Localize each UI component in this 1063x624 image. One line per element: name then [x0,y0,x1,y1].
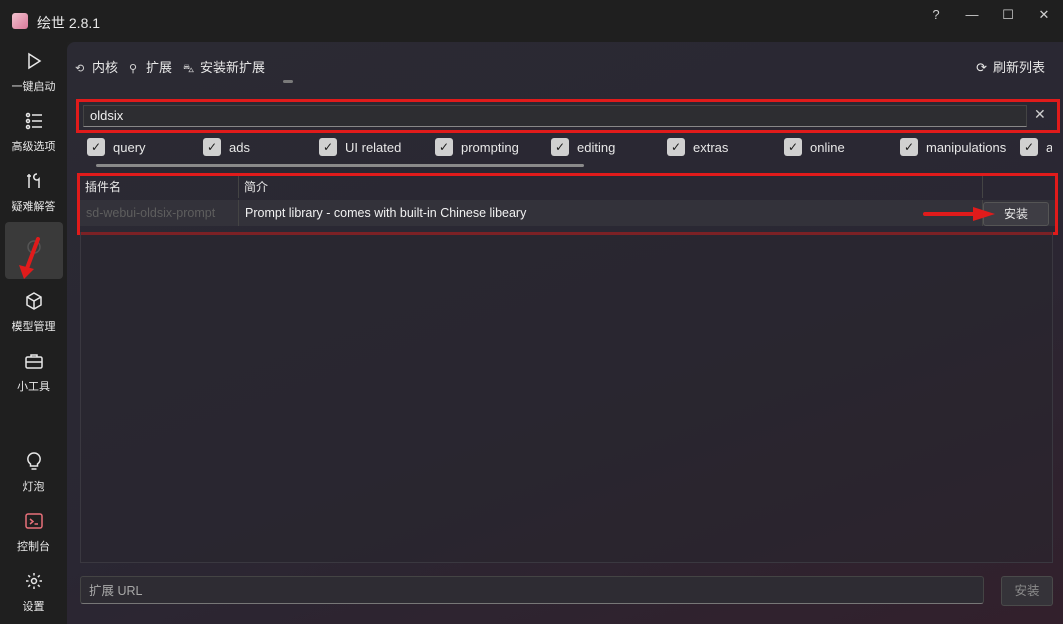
play-icon [0,52,67,76]
sidebar-item-label: 模型管理 [11,321,56,333]
filter-label: editing [577,140,616,155]
extension-url-input[interactable]: 扩展 URL [80,576,984,604]
column-header-name[interactable]: 插件名 [80,176,239,198]
filter-label: online [810,140,845,155]
tab-label: 扩展 [146,60,173,75]
check-icon: ✓ [551,138,569,156]
app-title: 绘世 2.8.1 [37,15,101,31]
check-icon: ✓ [203,138,221,156]
filter-checkbox-row: ✓ query ✓ ads ✓ UI related ✓ prompting ✓ edit… [87,138,1052,160]
filter-label: UI related [345,140,402,155]
extension-list-area [80,232,1053,563]
search-input[interactable]: oldsix [83,105,1027,127]
sidebar-item-label: 设置 [22,601,45,613]
extension-table-highlight-box: 插件名 简介 sd-webui-oldsix-prompt Prompt lib… [77,173,1058,235]
column-header-description[interactable]: 简介 [239,176,983,198]
table-row[interactable]: sd-webui-oldsix-prompt Prompt library - … [80,200,1055,226]
extension-name-cell: sd-webui-oldsix-prompt [80,200,239,226]
refresh-label: 刷新列表 [992,60,1045,75]
sidebar-item-settings[interactable]: 设置 [0,562,67,618]
filter-label: query [113,140,146,155]
sidebar-item-label: 一键启动 [11,81,56,93]
check-icon: ✓ [784,138,802,156]
filter-label: prompting [461,140,519,155]
filter-label: manipulations [926,140,1007,155]
sidebar-item-models[interactable]: 模型管理 [0,282,67,338]
check-icon: ✓ [1020,138,1038,156]
check-icon: ✓ [87,138,105,156]
title-bar: 绘世 2.8.1 ? — ☐ ✕ [0,0,1063,42]
clear-search-icon[interactable]: ✕ [1034,106,1046,123]
filter-label: ads [229,140,250,155]
toolbox-icon [0,352,67,376]
history-icon: ⟲ [75,63,85,75]
lightbulb-icon [0,452,67,476]
filter-label: extras [693,140,729,155]
refresh-icon: ⟳ [976,60,987,75]
tab-extensions[interactable]: ⚲ 扩展 [129,57,172,76]
filter-label: a [1046,140,1052,155]
tab-core[interactable]: ⟲ 内核 [75,57,118,76]
cart-icon: ⛍ [183,63,195,75]
check-icon: ✓ [900,138,918,156]
maximize-button[interactable]: ☐ [990,4,1026,26]
sidebar-item-label: 疑难解答 [11,201,56,213]
cube-icon [0,292,67,316]
gear-icon [0,572,67,596]
horizontal-scrollbar[interactable] [96,164,584,167]
annotation-arrow-install [923,207,995,221]
search-highlight-box: oldsix ✕ [76,99,1060,133]
sidebar-item-label: 高级选项 [11,141,56,153]
close-button[interactable]: ✕ [1026,4,1062,26]
sidebar-item-troubleshoot[interactable]: 疑难解答 [0,162,67,218]
check-icon: ✓ [667,138,685,156]
sidebar: 一键启动 高级选项 疑难解答 模型管理 小工具 灯泡 控制台 设置 [0,42,67,624]
app-logo-icon [12,13,28,29]
sidebar-item-launch[interactable]: 一键启动 [0,42,67,98]
sidebar-item-tools[interactable]: 小工具 [0,342,67,398]
sidebar-item-advanced[interactable]: 高级选项 [0,102,67,158]
check-icon: ✓ [319,138,337,156]
main-panel: ⟲ 内核 ⚲ 扩展 ⛍ 安装新扩展 ⟳ 刷新列表 oldsix ✕ ✓ query ✓ ad… [67,42,1063,624]
refresh-list-button[interactable]: ⟳ 刷新列表 [976,57,1045,76]
sidebar-item-label: 控制台 [17,541,50,553]
install-from-url-button[interactable]: 安装 [1001,576,1053,606]
minimize-button[interactable]: — [954,4,990,26]
link-icon: ⚲ [129,63,138,75]
sidebar-item-label: 小工具 [17,381,50,393]
sidebar-item-lightbulb[interactable]: 灯泡 [0,442,67,498]
tab-install-new[interactable]: ⛍ 安装新扩展 [183,57,265,77]
tools-icon [0,172,67,196]
sidebar-item-console[interactable]: 控制台 [0,502,67,558]
annotation-arrow-sidebar [19,237,40,279]
tab-label: 安装新扩展 [200,60,266,75]
tab-label: 内核 [92,60,119,75]
help-button[interactable]: ? [918,4,954,26]
check-icon: ✓ [435,138,453,156]
list-settings-icon [0,112,67,136]
terminal-icon [0,512,67,536]
extension-description-cell: Prompt library - comes with built-in Chi… [239,200,983,226]
tab-indicator [283,80,293,83]
sidebar-item-label: 灯泡 [22,481,45,493]
column-header-action [983,176,1055,198]
